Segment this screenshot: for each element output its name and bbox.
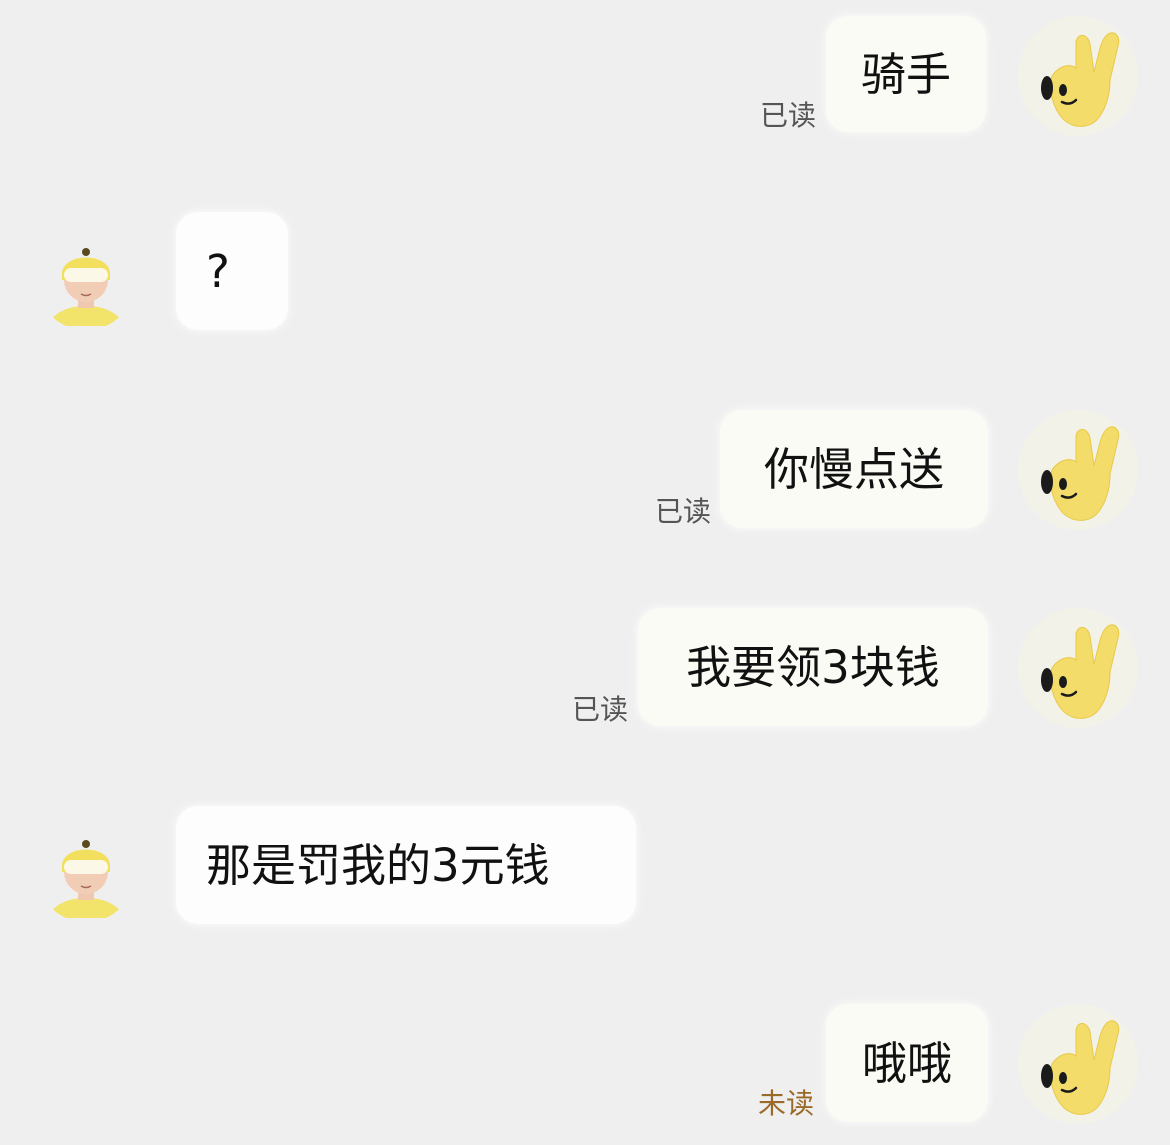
yellow-hand-mascot-icon: [1018, 16, 1138, 136]
read-status: 已读: [760, 99, 817, 132]
yellow-hand-mascot-icon: [1018, 608, 1138, 728]
message-text: 骑手: [860, 47, 951, 101]
message-text: ?: [206, 244, 230, 298]
read-status: 已读: [655, 495, 712, 528]
self-avatar[interactable]: [1018, 1004, 1138, 1124]
self-avatar[interactable]: [1018, 16, 1138, 136]
yellow-hand-mascot-icon: [1018, 410, 1138, 530]
message-text: 你慢点送: [763, 442, 944, 496]
message-text: 我要领3块钱: [686, 640, 940, 694]
message-bubble-incoming[interactable]: ?: [176, 212, 288, 330]
self-avatar[interactable]: [1018, 608, 1138, 728]
message-bubble-outgoing[interactable]: 我要领3块钱: [638, 608, 988, 726]
read-status: 已读: [572, 693, 629, 726]
message-bubble-outgoing[interactable]: 哦哦: [826, 1004, 988, 1122]
rider-helmet-icon: [36, 230, 136, 330]
rider-avatar[interactable]: [36, 230, 136, 330]
unread-status: 未读: [758, 1087, 815, 1120]
message-text: 那是罚我的3元钱: [206, 838, 550, 892]
rider-avatar[interactable]: [36, 822, 136, 922]
message-bubble-outgoing[interactable]: 骑手: [826, 16, 986, 132]
self-avatar[interactable]: [1018, 410, 1138, 530]
message-bubble-outgoing[interactable]: 你慢点送: [720, 410, 988, 528]
message-text: 哦哦: [861, 1036, 952, 1090]
rider-helmet-icon: [36, 822, 136, 922]
message-bubble-incoming[interactable]: 那是罚我的3元钱: [176, 806, 636, 924]
yellow-hand-mascot-icon: [1018, 1004, 1138, 1124]
